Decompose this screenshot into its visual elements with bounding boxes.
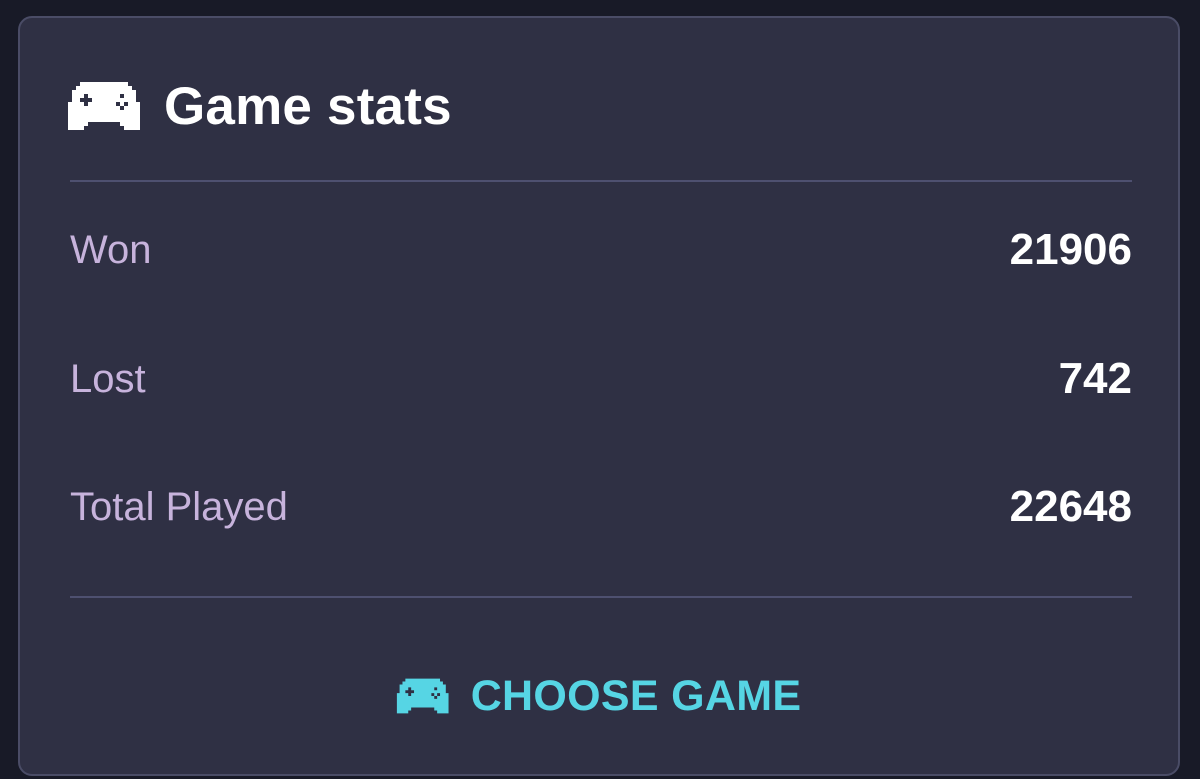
stat-value: 21906 <box>1009 225 1132 274</box>
stat-value: 22648 <box>1009 482 1132 531</box>
card-header: Game stats <box>68 76 452 136</box>
stat-row-won: Won 21906 <box>70 220 1132 280</box>
gamepad-icon <box>397 678 449 714</box>
stat-row-total-played: Total Played 22648 <box>70 477 1132 537</box>
game-stats-card: Game stats Won 21906 Lost 742 Total Play… <box>18 16 1180 776</box>
choose-game-label: CHOOSE GAME <box>470 671 802 720</box>
top-divider <box>70 180 1132 182</box>
stat-label: Won <box>70 227 152 272</box>
stat-value: 742 <box>1058 354 1132 403</box>
stat-label: Lost <box>70 356 146 401</box>
bottom-divider <box>70 596 1132 598</box>
choose-game-button[interactable]: CHOOSE GAME <box>397 666 802 726</box>
stat-row-lost: Lost 742 <box>70 349 1132 409</box>
card-title: Game stats <box>164 76 452 136</box>
stat-label: Total Played <box>70 484 288 529</box>
gamepad-icon <box>68 82 140 130</box>
